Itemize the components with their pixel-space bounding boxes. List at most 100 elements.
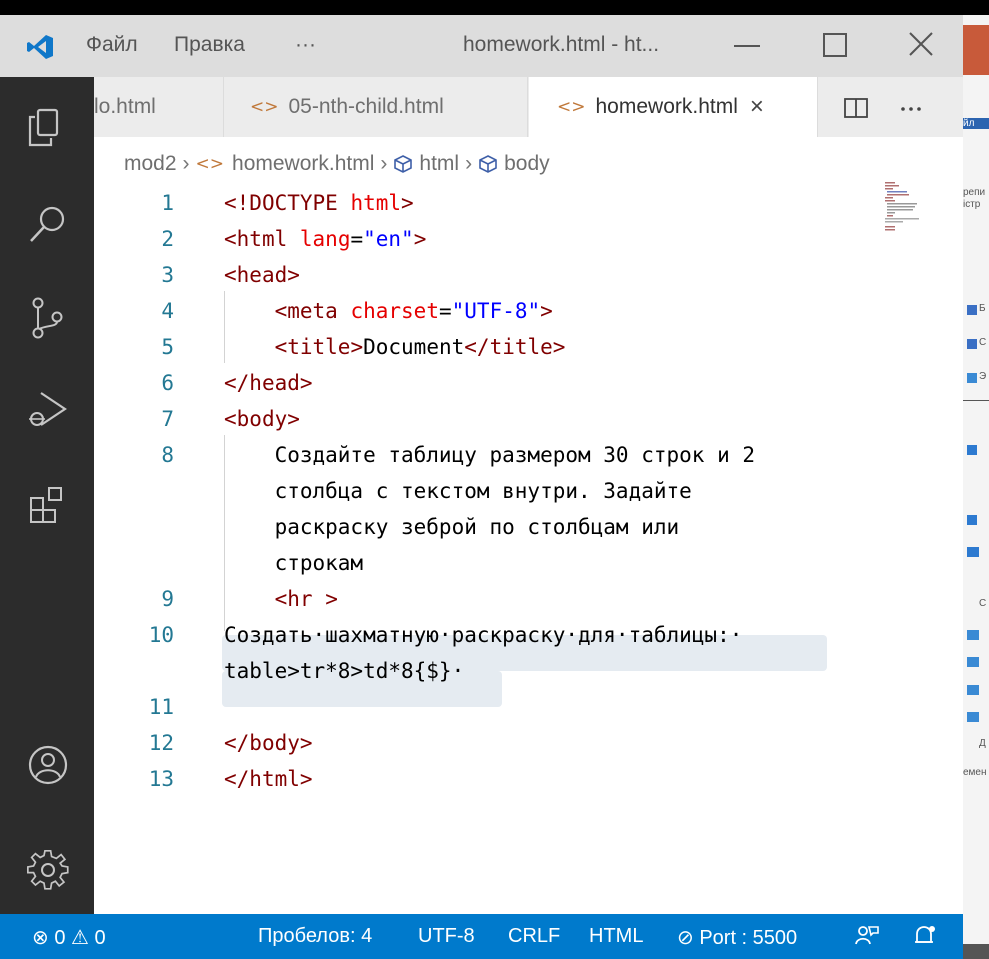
- bg-drive-icon: [967, 547, 979, 557]
- eol-indicator[interactable]: CRLF: [508, 925, 560, 948]
- code-text[interactable]: <meta charset="UTF-8">: [224, 293, 553, 329]
- status-bar-items: ⊗ 0 ⚠ 0 Пробелов: 4 UTF-8 CRLF HTML ⊘ Po…: [0, 914, 963, 959]
- bg-download-icon: [967, 445, 977, 455]
- screen-top-strip: [0, 0, 989, 15]
- breadcrumb-file[interactable]: homework.html: [232, 152, 374, 176]
- code-text[interactable]: <!DOCTYPE html>: [224, 185, 414, 221]
- window-title: homework.html - ht...: [463, 33, 660, 56]
- code-text[interactable]: table>tr*8>td*8{$}·: [224, 653, 464, 689]
- line-number[interactable]: 9: [94, 581, 174, 617]
- breadcrumb-body[interactable]: body: [504, 152, 550, 176]
- line-number[interactable]: 13: [94, 761, 174, 797]
- code-text[interactable]: раскраску зеброй по столбцам или: [224, 509, 680, 545]
- code-text[interactable]: <hr >: [224, 581, 338, 617]
- line-number[interactable]: 3: [94, 257, 174, 293]
- menu-file[interactable]: Файл: [86, 33, 138, 57]
- maximize-icon[interactable]: [816, 27, 856, 63]
- bg-text: йл: [963, 118, 989, 129]
- source-control-icon[interactable]: [25, 295, 71, 341]
- menu-more[interactable]: ···: [295, 33, 316, 57]
- language-indicator[interactable]: HTML: [589, 925, 643, 948]
- bg-drive-icon: [967, 630, 979, 640]
- line-number[interactable]: 6: [94, 365, 174, 401]
- bg-taskbar-corner: [963, 944, 989, 959]
- more-actions-icon[interactable]: [894, 91, 928, 125]
- code-text[interactable]: </head>: [224, 365, 313, 401]
- minimap[interactable]: [880, 180, 940, 240]
- settings-gear-icon[interactable]: [25, 847, 71, 893]
- tab-label: homework.html: [595, 95, 738, 118]
- bg-monitor-icon: [967, 373, 977, 383]
- notifications-bell-icon[interactable]: [912, 924, 938, 948]
- code-text[interactable]: </html>: [224, 761, 313, 797]
- title-bar: Файл Правка ··· homework.html - ht...: [0, 15, 963, 77]
- code-editor[interactable]: 1 <!DOCTYPE html> 2 <html lang="en"> 3 <head>…: [94, 185, 963, 885]
- breadcrumb-separator: ›: [182, 152, 190, 175]
- code-text[interactable]: строкам: [224, 545, 364, 581]
- code-text[interactable]: Создайте таблицу размером 30 строк и 2: [224, 437, 755, 473]
- bg-text: істр: [963, 199, 981, 210]
- tab-lo-html[interactable]: lo.html: [94, 77, 224, 137]
- html-file-icon: <>: [250, 97, 279, 117]
- bg-text: С: [979, 598, 987, 609]
- minimize-icon[interactable]: [728, 27, 768, 63]
- breadcrumb-separator: ›: [380, 152, 388, 175]
- line-number[interactable]: 1: [94, 185, 174, 221]
- tab-05-nth-child-html[interactable]: <> 05-nth-child.html: [225, 77, 528, 137]
- line-number[interactable]: 8: [94, 437, 174, 473]
- tab-label: lo.html: [94, 95, 156, 118]
- run-debug-icon[interactable]: [25, 387, 71, 433]
- code-text[interactable]: <body>: [224, 401, 300, 437]
- background-window-header: [963, 25, 989, 75]
- breadcrumb-folder[interactable]: mod2: [124, 152, 177, 176]
- line-number[interactable]: 4: [94, 293, 174, 329]
- html-file-icon: <>: [195, 154, 225, 174]
- accounts-icon[interactable]: [25, 742, 71, 788]
- tab-close-icon[interactable]: ×: [750, 93, 764, 121]
- bg-music-icon: [967, 515, 977, 525]
- code-text[interactable]: </body>: [224, 725, 313, 761]
- live-server-port[interactable]: ⊘ Port : 5500: [677, 925, 797, 950]
- code-text[interactable]: <html lang="en">: [224, 221, 426, 257]
- bg-text: репи: [963, 187, 986, 198]
- explorer-icon[interactable]: [25, 105, 71, 151]
- html-file-icon: <>: [557, 97, 586, 117]
- bg-text: Б: [979, 303, 986, 314]
- search-icon[interactable]: [25, 202, 71, 248]
- tab-label: 05-nth-child.html: [288, 95, 444, 118]
- bg-pin-icon: [967, 305, 977, 315]
- bg-drive-icon: [967, 685, 979, 695]
- bg-text: Д: [979, 738, 986, 749]
- bg-divider: [963, 400, 989, 401]
- code-text[interactable]: <head>: [224, 257, 300, 293]
- feedback-person-icon[interactable]: [854, 924, 880, 948]
- line-number[interactable]: 2: [94, 221, 174, 257]
- problems-indicator[interactable]: ⊗ 0 ⚠ 0: [32, 925, 106, 950]
- line-number[interactable]: 11: [94, 689, 174, 725]
- close-icon[interactable]: [902, 27, 942, 63]
- symbol-element-icon: [479, 155, 497, 173]
- encoding-indicator[interactable]: UTF-8: [418, 925, 475, 948]
- editor-tab-bar: lo.html <> 05-nth-child.html <> homework…: [94, 77, 963, 137]
- line-number[interactable]: 12: [94, 725, 174, 761]
- breadcrumb-html[interactable]: html: [419, 152, 459, 176]
- menu-edit[interactable]: Правка: [174, 33, 245, 57]
- line-number[interactable]: 5: [94, 329, 174, 365]
- breadcrumb: mod2 › <> homework.html › html › body: [124, 149, 550, 179]
- bg-text: емен: [963, 767, 987, 778]
- bg-text: С: [979, 337, 987, 348]
- extensions-icon[interactable]: [25, 482, 71, 528]
- vscode-logo-icon[interactable]: [26, 33, 54, 61]
- line-number[interactable]: 10: [94, 617, 174, 653]
- breadcrumb-separator: ›: [465, 152, 473, 175]
- bg-drive-icon: [967, 657, 979, 667]
- indentation-indicator[interactable]: Пробелов: 4: [258, 925, 372, 948]
- split-editor-icon[interactable]: [839, 91, 873, 125]
- line-number[interactable]: 7: [94, 401, 174, 437]
- bg-text: Э: [979, 371, 987, 382]
- vscode-window: Файл Правка ··· homework.html - ht... lo…: [0, 15, 963, 959]
- code-text[interactable]: столбца с текстом внутри. Задайте: [224, 473, 692, 509]
- code-text[interactable]: Создать·шахматную·раскраску·для·таблицы:…: [224, 617, 742, 653]
- tab-homework-html[interactable]: <> homework.html ×: [529, 77, 818, 137]
- code-text[interactable]: <title>Document</title>: [224, 329, 566, 365]
